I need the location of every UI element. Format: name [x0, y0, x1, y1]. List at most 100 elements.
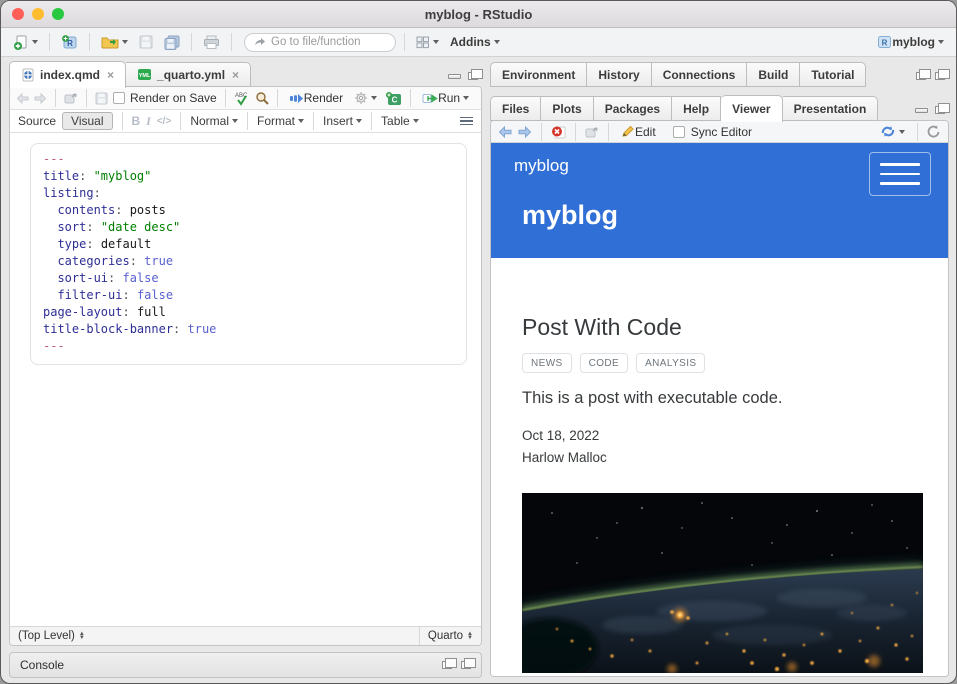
render-icon [289, 93, 304, 104]
post-listing-item[interactable]: Post With Code NEWSCODEANALYSIS This is … [491, 314, 948, 673]
render-button[interactable]: Render [286, 89, 346, 107]
save-all-button[interactable] [161, 33, 183, 52]
minimize-window-icon[interactable] [32, 8, 44, 20]
back-icon[interactable] [16, 93, 29, 104]
post-title-link[interactable]: Post With Code [522, 314, 922, 341]
italic-button[interactable]: I [146, 114, 151, 129]
tab-quarto-yml[interactable]: YML _quarto.yml × [126, 62, 251, 87]
tab-files[interactable]: Files [490, 96, 541, 121]
code-line[interactable]: listing: [43, 185, 454, 202]
spellcheck-icon[interactable]: ABC [234, 91, 250, 106]
minimize-pane-icon[interactable] [915, 108, 928, 113]
tab-build[interactable]: Build [747, 62, 800, 87]
close-tab-icon[interactable]: × [107, 68, 114, 82]
minimize-pane-icon[interactable] [448, 74, 461, 79]
code-line[interactable]: title-block-banner: true [43, 321, 454, 338]
bold-button[interactable]: B [132, 114, 141, 128]
viewer-back-icon[interactable] [498, 126, 512, 138]
navbar-brand-link[interactable]: myblog [514, 156, 569, 175]
pane-layout-caret-icon [433, 40, 439, 44]
save-button[interactable] [136, 33, 156, 51]
project-menu-button[interactable]: R myblog [874, 33, 947, 51]
editor-content[interactable]: ---title: "myblog"listing: contents: pos… [10, 133, 481, 626]
format-caret-icon [298, 119, 304, 123]
code-line[interactable]: --- [43, 338, 454, 355]
maximize-pane-icon[interactable] [935, 106, 945, 114]
forward-icon[interactable] [34, 93, 47, 104]
insert-menu[interactable]: Insert [323, 114, 362, 128]
new-project-button[interactable]: R [58, 32, 81, 52]
code-line[interactable]: sort: "date desc" [43, 219, 454, 236]
tab-environment[interactable]: Environment [490, 62, 587, 87]
post-thumbnail-earth-image[interactable] [522, 493, 923, 673]
file-type-selector[interactable]: Quarto ▲▼ [419, 627, 481, 645]
publish-button[interactable] [877, 123, 908, 140]
tab-presentation[interactable]: Presentation [783, 96, 879, 121]
tab-help[interactable]: Help [672, 96, 721, 121]
viewer-content[interactable]: myblog myblog Post With Code NEWSCODEANA… [491, 143, 948, 676]
scope-updown-icon: ▲▼ [79, 632, 85, 640]
visual-mode-toggle[interactable]: Visual [62, 112, 112, 130]
restore-pane-icon[interactable] [916, 72, 926, 80]
code-line[interactable]: page-layout: full [43, 304, 454, 321]
run-button[interactable]: Run [419, 89, 472, 107]
maximize-console-icon[interactable] [461, 661, 471, 669]
insert-chunk-icon[interactable]: C [385, 91, 402, 106]
category-pill[interactable]: NEWS [522, 353, 572, 373]
goto-arrow-icon [254, 37, 266, 47]
separator [49, 33, 50, 51]
code-line[interactable]: categories: true [43, 253, 454, 270]
tab-index-qmd[interactable]: index.qmd × [9, 61, 126, 88]
tab-plots[interactable]: Plots [541, 96, 593, 121]
addins-button[interactable]: Addins [447, 33, 503, 51]
save-icon[interactable] [95, 92, 108, 105]
close-window-icon[interactable] [12, 8, 24, 20]
console-pane[interactable]: Console [9, 652, 482, 678]
code-line[interactable]: filter-ui: false [43, 287, 454, 304]
tab-tutorial[interactable]: Tutorial [800, 62, 866, 87]
sync-editor-checkbox[interactable] [673, 126, 685, 138]
render-on-save-checkbox[interactable] [113, 92, 125, 104]
render-options-button[interactable] [351, 89, 380, 107]
viewer-forward-icon[interactable] [518, 126, 532, 138]
clear-viewer-icon[interactable] [551, 125, 566, 139]
maximize-pane-icon[interactable] [468, 72, 478, 80]
code-button[interactable]: </> [157, 116, 171, 127]
zoom-window-icon[interactable] [52, 8, 64, 20]
popout-icon[interactable] [64, 92, 78, 104]
maximize-pane-icon[interactable] [935, 72, 945, 80]
code-line[interactable]: type: default [43, 236, 454, 253]
code-line[interactable]: sort-ui: false [43, 270, 454, 287]
source-mode-toggle[interactable]: Source [18, 114, 56, 128]
table-menu[interactable]: Table [381, 114, 419, 128]
goto-file-input[interactable]: Go to file/function [244, 33, 396, 52]
close-tab-icon[interactable]: × [232, 68, 239, 82]
yaml-front-matter-block[interactable]: ---title: "myblog"listing: contents: pos… [30, 143, 467, 365]
print-button[interactable] [200, 33, 223, 51]
tab-connections[interactable]: Connections [652, 62, 748, 87]
code-line[interactable]: title: "myblog" [43, 168, 454, 185]
tab-history[interactable]: History [587, 62, 651, 87]
category-pill[interactable]: ANALYSIS [636, 353, 705, 373]
tab-viewer[interactable]: Viewer [721, 95, 782, 122]
category-pill[interactable]: CODE [580, 353, 629, 373]
outline-toggle-icon[interactable] [460, 117, 473, 126]
hamburger-menu-button[interactable] [869, 152, 931, 196]
open-file-button[interactable] [98, 33, 131, 51]
separator [410, 89, 411, 107]
scope-selector[interactable]: (Top Level) ▲▼ [10, 630, 93, 642]
edit-button[interactable]: Edit [618, 123, 659, 141]
code-line[interactable]: --- [43, 151, 454, 168]
search-icon[interactable] [255, 91, 269, 105]
tab-packages[interactable]: Packages [594, 96, 672, 121]
paragraph-style-dropdown[interactable]: Normal [190, 114, 238, 128]
pane-layout-button[interactable] [413, 34, 442, 51]
popout-icon[interactable] [585, 126, 599, 138]
window-title: myblog - RStudio [425, 7, 533, 22]
new-file-button[interactable] [10, 32, 41, 52]
code-line[interactable]: contents: posts [43, 202, 454, 219]
refresh-icon[interactable] [927, 125, 941, 138]
restore-console-icon[interactable] [442, 661, 452, 669]
open-file-caret-icon [122, 40, 128, 44]
format-menu[interactable]: Format [257, 114, 304, 128]
